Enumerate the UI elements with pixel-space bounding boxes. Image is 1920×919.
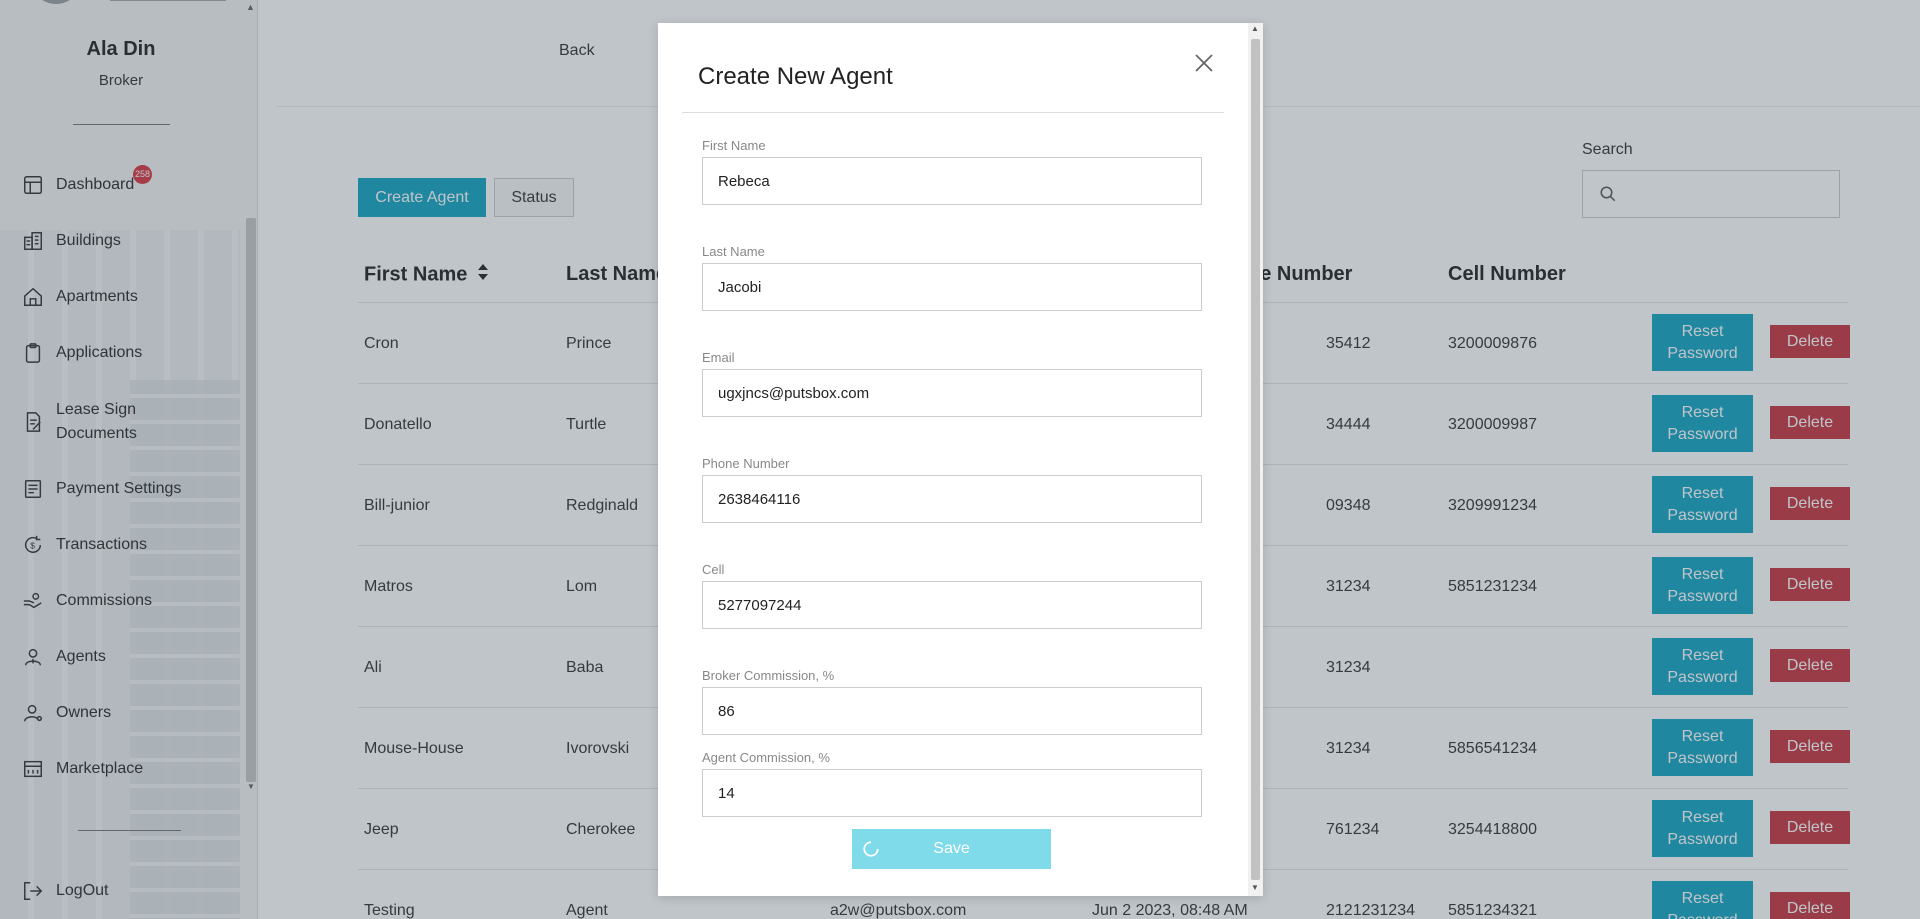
agent-commission-field[interactable]	[702, 769, 1202, 817]
last-name-field[interactable]	[702, 263, 1202, 311]
first-name-field[interactable]	[702, 157, 1202, 205]
modal-scrollbar[interactable]: ▲ ▼	[1248, 23, 1263, 896]
modal-scroll-thumb[interactable]	[1251, 39, 1260, 880]
cell-label: Cell	[702, 562, 725, 577]
email-label: Email	[702, 350, 735, 365]
phone-number-field[interactable]	[702, 475, 1202, 523]
last-name-label: Last Name	[702, 244, 765, 259]
email-field[interactable]	[702, 369, 1202, 417]
create-agent-modal: Create New Agent First Name Last Name Em…	[658, 23, 1263, 896]
save-button[interactable]: Save	[852, 829, 1051, 869]
first-name-label: First Name	[702, 138, 766, 153]
save-button-label: Save	[933, 840, 970, 857]
close-icon[interactable]	[1192, 51, 1216, 75]
loading-spinner-icon	[863, 841, 879, 857]
modal-divider	[682, 112, 1224, 113]
broker-commission-field[interactable]	[702, 687, 1202, 735]
modal-scroll-up-icon[interactable]: ▲	[1251, 24, 1259, 33]
broker-commission-label: Broker Commission, %	[702, 668, 835, 683]
agent-commission-label: Agent Commission, %	[702, 750, 830, 765]
modal-title: Create New Agent	[698, 63, 893, 90]
cell-field[interactable]	[702, 581, 1202, 629]
modal-scroll-down-icon[interactable]: ▼	[1251, 883, 1259, 892]
phone-number-label: Phone Number	[702, 456, 790, 471]
